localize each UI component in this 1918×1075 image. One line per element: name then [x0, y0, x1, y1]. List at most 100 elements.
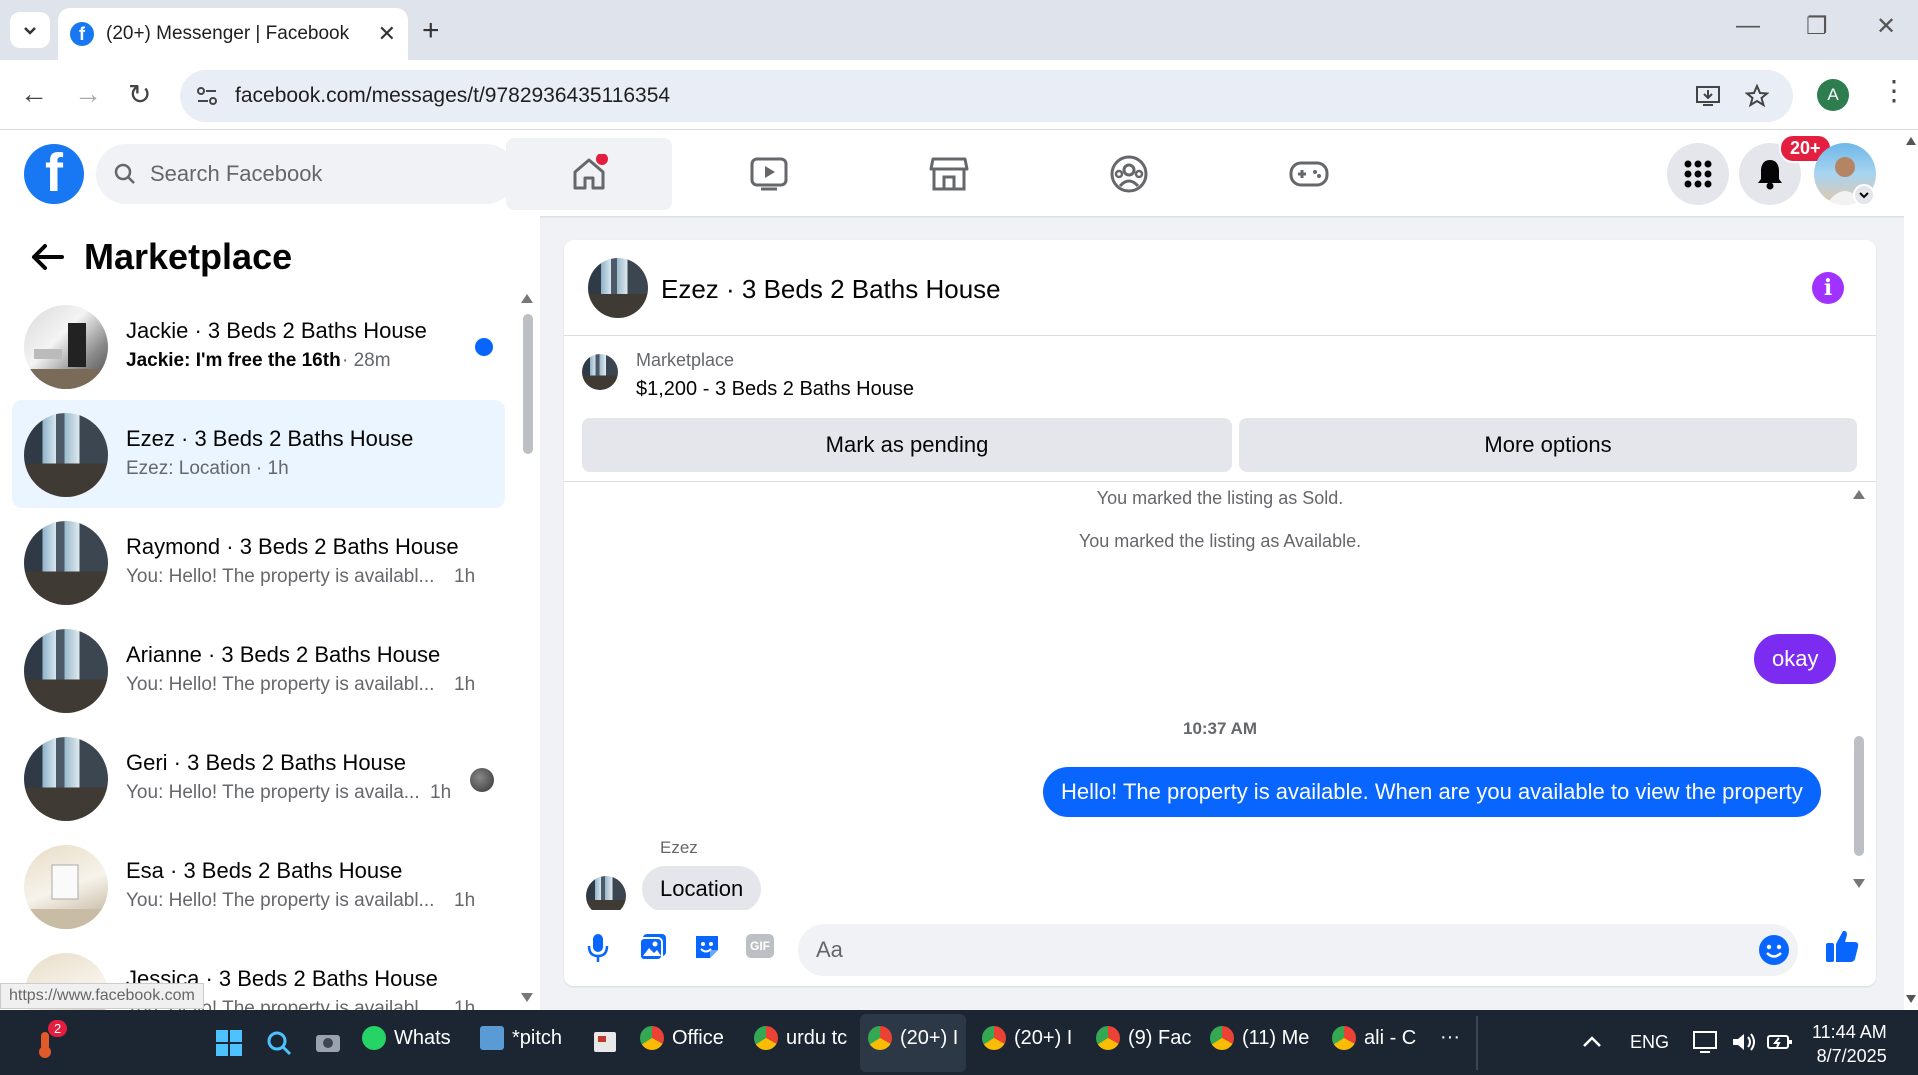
restore-icon[interactable]: ❐: [1806, 12, 1828, 41]
scroll-up-icon[interactable]: [1852, 488, 1866, 500]
info-icon[interactable]: i: [1812, 272, 1844, 304]
snipping-tool-icon[interactable]: [592, 1030, 618, 1054]
taskbar-app[interactable]: Office: [640, 1026, 724, 1050]
photo-icon[interactable]: [638, 932, 668, 962]
taskbar-app[interactable]: urdu tc: [754, 1026, 847, 1050]
scroll-up-icon[interactable]: [1905, 136, 1917, 146]
conversation-item[interactable]: Arianne · 3 Beds 2 Baths House You: Hell…: [12, 616, 505, 724]
back-arrow-icon[interactable]: [30, 242, 64, 272]
nav-marketplace-tab[interactable]: [866, 138, 1032, 210]
conversation-snippet: You: Hello! The property is availa...: [126, 782, 420, 803]
network-icon[interactable]: [1692, 1030, 1720, 1054]
conversation-item[interactable]: Jackie · 3 Beds 2 Baths House Jackie: I'…: [12, 292, 505, 400]
listing-price[interactable]: $1,200 - 3 Beds 2 Baths House: [636, 378, 914, 401]
scroll-down-icon[interactable]: [1905, 994, 1917, 1004]
taskbar-app[interactable]: *pitch: [480, 1026, 562, 1050]
menu-grid-button[interactable]: [1667, 143, 1729, 205]
chrome-icon: [640, 1026, 664, 1050]
mark-as-pending-button[interactable]: Mark as pending: [582, 418, 1232, 472]
taskbar-app-label: *pitch: [512, 1026, 563, 1049]
camera-app-icon[interactable]: [314, 1030, 342, 1054]
taskbar-app[interactable]: (20+) I: [868, 1026, 958, 1050]
emoji-icon[interactable]: [1758, 934, 1790, 966]
outgoing-message[interactable]: okay: [1754, 634, 1837, 684]
install-app-icon[interactable]: [1695, 84, 1721, 108]
tab-search-button[interactable]: [10, 12, 50, 48]
windows-start-icon[interactable]: [216, 1030, 242, 1056]
conversation-item[interactable]: Geri · 3 Beds 2 Baths House You: Hello! …: [12, 724, 505, 832]
close-tab-icon[interactable]: ✕: [378, 21, 396, 47]
chat-title[interactable]: Ezez · 3 Beds 2 Baths House: [661, 274, 1001, 305]
window-close-icon[interactable]: ✕: [1876, 12, 1896, 41]
page-scrollbar[interactable]: [1904, 130, 1918, 1010]
reload-icon[interactable]: ↻: [128, 78, 151, 111]
message-text-field[interactable]: [816, 937, 1716, 963]
site-info-icon[interactable]: [196, 86, 218, 106]
new-tab-icon[interactable]: +: [422, 14, 440, 48]
nav-groups-tab[interactable]: [1046, 138, 1212, 210]
conversation-item[interactable]: Esa · 3 Beds 2 Baths House You: Hello! T…: [12, 832, 505, 940]
facebook-logo-icon[interactable]: f: [24, 144, 84, 204]
conversation-item-selected[interactable]: Ezez · 3 Beds 2 Baths House Ezez: Locati…: [12, 400, 505, 508]
nav-home-tab[interactable]: [506, 138, 672, 210]
grid-menu-icon: [1684, 160, 1712, 188]
search-icon[interactable]: [266, 1030, 292, 1056]
taskbar-overflow-icon[interactable]: ···: [1440, 1026, 1460, 1049]
notepad-icon: [480, 1026, 504, 1050]
outgoing-message[interactable]: Hello! The property is available. When a…: [1043, 767, 1821, 817]
address-bar[interactable]: facebook.com/messages/t/9782936435116354: [180, 70, 1793, 122]
forward-icon[interactable]: →: [74, 78, 102, 110]
chat-header: Ezez · 3 Beds 2 Baths House i: [564, 240, 1876, 336]
nav-gaming-tab[interactable]: [1226, 138, 1392, 210]
taskbar-app[interactable]: (9) Fac: [1096, 1026, 1191, 1050]
conversation-item[interactable]: Raymond · 3 Beds 2 Baths House You: Hell…: [12, 508, 505, 616]
microphone-icon[interactable]: [586, 932, 610, 964]
taskbar-app[interactable]: Whats: [362, 1026, 451, 1050]
language-indicator[interactable]: ENG: [1630, 1032, 1669, 1053]
conversation-name: Geri · 3 Beds 2 Baths House: [126, 750, 407, 775]
minimize-icon[interactable]: —: [1736, 12, 1760, 40]
listing-source: Marketplace: [636, 350, 735, 370]
sticker-icon[interactable]: [692, 932, 722, 962]
bookmark-star-icon[interactable]: [1745, 84, 1769, 108]
weather-widget[interactable]: 2: [30, 1020, 68, 1060]
conversation-name: Raymond · 3 Beds 2 Baths House: [126, 534, 459, 559]
listing-thumbnail[interactable]: [582, 354, 618, 390]
system-clock[interactable]: 11:44 AM 8/7/2025: [1812, 1020, 1887, 1068]
scroll-down-icon[interactable]: [520, 992, 534, 1004]
taskbar-app-label: (20+) I: [1014, 1026, 1073, 1049]
scroll-down-icon[interactable]: [1852, 878, 1866, 890]
more-options-button[interactable]: More options: [1239, 418, 1857, 472]
taskbar-app[interactable]: ali - C: [1332, 1026, 1416, 1050]
chat-scrollbar-thumb[interactable]: [1854, 736, 1864, 856]
thumbs-up-icon[interactable]: [1824, 928, 1860, 964]
taskbar-app[interactable]: (20+) I: [982, 1026, 1072, 1050]
volume-icon[interactable]: [1730, 1030, 1758, 1054]
taskbar-app[interactable]: (11) Me: [1210, 1026, 1309, 1050]
browser-profile-avatar[interactable]: A: [1817, 79, 1849, 111]
status-bar-url: https://www.facebook.com: [0, 983, 204, 1009]
seen-avatar: [470, 768, 494, 792]
conversation-time: 1h: [454, 890, 476, 911]
taskbar-divider: [1476, 1016, 1478, 1070]
sidebar-title: Marketplace: [84, 236, 293, 277]
incoming-message[interactable]: Location: [642, 866, 762, 912]
taskbar-app-label: (11) Me: [1242, 1026, 1310, 1049]
account-menu-chevron[interactable]: [1853, 184, 1875, 206]
browser-tab-active[interactable]: f (20+) Messenger | Facebook ✕: [58, 8, 408, 60]
back-icon[interactable]: ←: [20, 78, 48, 110]
taskbar-app-label: Whats: [394, 1026, 451, 1049]
browser-menu-icon[interactable]: ⋮: [1880, 74, 1908, 107]
nav-video-tab[interactable]: [686, 138, 852, 210]
message-input[interactable]: [798, 924, 1798, 976]
chevron-up-icon[interactable]: [1582, 1036, 1602, 1048]
battery-icon[interactable]: [1766, 1030, 1794, 1054]
sidebar-scrollbar-thumb[interactable]: [523, 314, 533, 454]
conversation-avatar: [24, 845, 108, 929]
chat-avatar[interactable]: [588, 258, 648, 318]
incoming-sender-name: Ezez: [660, 838, 698, 857]
scroll-up-icon[interactable]: [520, 292, 534, 304]
gif-icon[interactable]: GIF: [746, 934, 774, 958]
search-facebook-input[interactable]: Search Facebook: [96, 144, 516, 204]
search-placeholder: Search Facebook: [150, 161, 323, 186]
